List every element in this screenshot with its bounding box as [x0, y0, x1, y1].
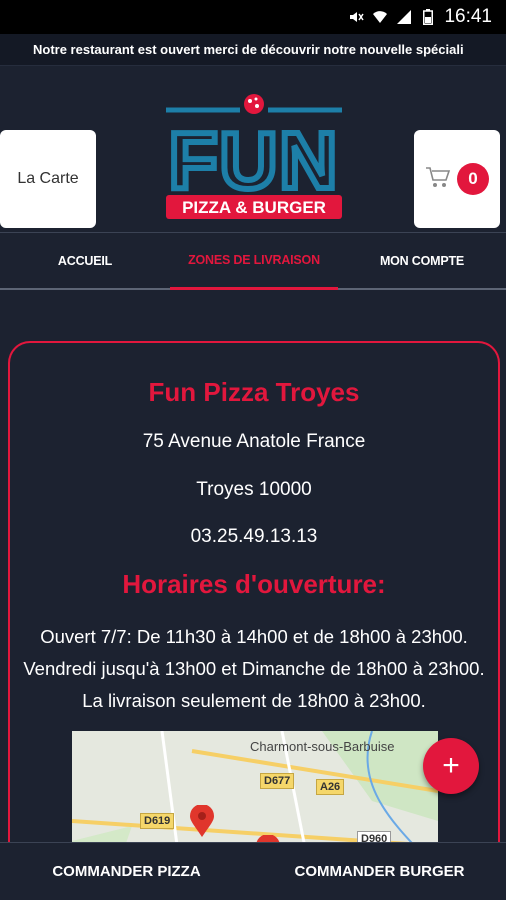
- status-bar: 16:41: [0, 0, 506, 34]
- restaurant-city: Troyes 10000: [196, 479, 312, 500]
- bottom-order-bar: COMMANDER PIZZA COMMANDER BURGER: [0, 842, 506, 900]
- main-nav: ACCUEIL ZONES DE LIVRAISON MON COMPTE: [0, 232, 506, 290]
- map-pin-icon[interactable]: [190, 804, 214, 842]
- restaurant-name: Fun Pizza Troyes: [148, 377, 360, 407]
- tab-zones-de-livraison[interactable]: ZONES DE LIVRAISON: [170, 233, 338, 290]
- plus-icon: +: [442, 749, 460, 782]
- commander-pizza-button[interactable]: COMMANDER PIZZA: [0, 843, 253, 900]
- cart-count-badge: 0: [457, 163, 489, 195]
- battery-icon: [420, 9, 436, 25]
- clock: 16:41: [444, 6, 492, 27]
- restaurant-phone[interactable]: 03.25.49.13.13: [10, 526, 498, 548]
- announcement-marquee: Notre restaurant est ouvert merci de déc…: [0, 34, 506, 66]
- tab-mon-compte[interactable]: MON COMPTE: [338, 233, 506, 289]
- tab-accueil[interactable]: ACCUEIL: [0, 233, 170, 289]
- la-carte-label: La Carte: [17, 170, 79, 187]
- logo-sub-text: PIZZA & BURGER: [182, 198, 326, 217]
- commander-burger-button[interactable]: COMMANDER BURGER: [253, 843, 506, 900]
- hours-text: Ouvert 7/7: De 11h30 à 14h00 et de 18h00…: [23, 626, 485, 711]
- mute-icon: [348, 9, 365, 25]
- road-d619: D619: [140, 813, 175, 829]
- signal-icon: [396, 9, 412, 25]
- logo-main-text: FUN: [169, 116, 339, 205]
- fun-pizza-burger-logo: FUN PIZZA & BURGER: [160, 92, 348, 222]
- add-fab-button[interactable]: +: [423, 738, 479, 794]
- road-d677: D677: [260, 773, 295, 789]
- restaurant-address: 75 Avenue Anatole France: [142, 431, 366, 452]
- map-place-label: Charmont-sous-Barbuise: [250, 739, 395, 754]
- la-carte-button[interactable]: La Carte: [0, 130, 96, 228]
- restaurant-card: Fun Pizza Troyes 75 Avenue Anatole Franc…: [8, 341, 500, 883]
- road-a26: A26: [316, 779, 345, 795]
- cart-icon: [425, 165, 451, 194]
- hours-title: Horaires d'ouverture:: [122, 569, 386, 599]
- cart-button[interactable]: 0: [414, 130, 500, 228]
- wifi-icon: [372, 9, 388, 25]
